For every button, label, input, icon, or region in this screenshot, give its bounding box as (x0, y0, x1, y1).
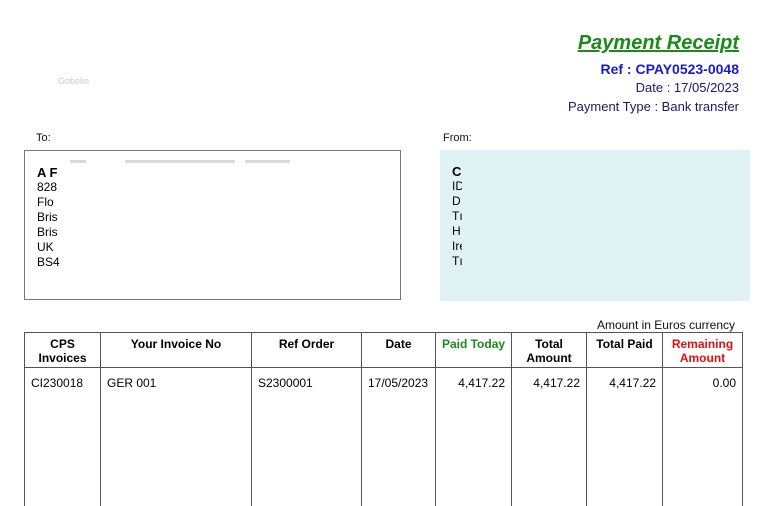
sender-address-line: Tı (452, 209, 462, 224)
recipient-address-line: Bris (37, 225, 61, 240)
table-row: CI230018 GER 001 S2300001 17/05/2023 4,4… (25, 368, 743, 506)
cell-date: 17/05/2023 (362, 368, 436, 506)
redaction-mark (245, 160, 290, 163)
cell-paid-today: 4,417.22 (436, 368, 512, 506)
recipient-address-line: BS4 (37, 255, 61, 270)
recipient-address-box: A F 828 Flo Bris Bris UK BS4 (24, 150, 401, 300)
cell-total-paid: 4,417.22 (587, 368, 663, 506)
redaction-mark (125, 160, 235, 163)
recipient-name: A F (37, 165, 61, 180)
cell-remaining-amount: 0.00 (663, 368, 743, 506)
receipt-date: Date : 17/05/2023 (636, 80, 739, 95)
recipient-address-line: Flo (37, 195, 61, 210)
sender-address-line: Ire (452, 239, 462, 254)
sender-name: C (452, 164, 462, 179)
sender-address-line: ID (452, 179, 462, 194)
sender-address-line: H (452, 224, 462, 239)
from-label: From: (443, 132, 472, 144)
currency-note: Amount in Euros currency (597, 318, 735, 332)
col-header-total-amount: Total Amount (512, 333, 587, 368)
company-logo: Gobelin (58, 76, 89, 86)
invoice-table: CPS Invoices Your Invoice No Ref Order D… (24, 332, 743, 506)
recipient-address-line: UK (37, 240, 61, 255)
cell-ref-order: S2300001 (252, 368, 362, 506)
cell-cps-invoice: CI230018 (25, 368, 101, 506)
col-header-ref-order: Ref Order (252, 333, 362, 368)
receipt-title: Payment Receipt (578, 32, 739, 55)
payment-type: Payment Type : Bank transfer (568, 99, 739, 114)
receipt-ref: Ref : CPAY0523-0048 (600, 61, 739, 77)
table-header-row: CPS Invoices Your Invoice No Ref Order D… (25, 333, 743, 368)
col-header-paid-today: Paid Today (436, 333, 512, 368)
to-label: To: (36, 132, 51, 144)
cell-your-invoice-no: GER 001 (101, 368, 252, 506)
col-header-your-invoice-no: Your Invoice No (101, 333, 252, 368)
sender-address-box: C ID D Tı H Ire Tı (440, 150, 750, 301)
col-header-cps-invoices: CPS Invoices (25, 333, 101, 368)
sender-address-line: Tı (452, 254, 462, 269)
sender-address-line: D (452, 194, 462, 209)
recipient-address-line: 828 (37, 180, 61, 195)
cell-total-amount: 4,417.22 (512, 368, 587, 506)
col-header-total-paid: Total Paid (587, 333, 663, 368)
sender-address: C ID D Tı H Ire Tı (452, 164, 462, 269)
redaction-mark (70, 160, 86, 163)
recipient-address-line: Bris (37, 210, 61, 225)
col-header-remaining-amount: Remaining Amount (663, 333, 743, 368)
recipient-address: A F 828 Flo Bris Bris UK BS4 (37, 165, 61, 270)
col-header-date: Date (362, 333, 436, 368)
